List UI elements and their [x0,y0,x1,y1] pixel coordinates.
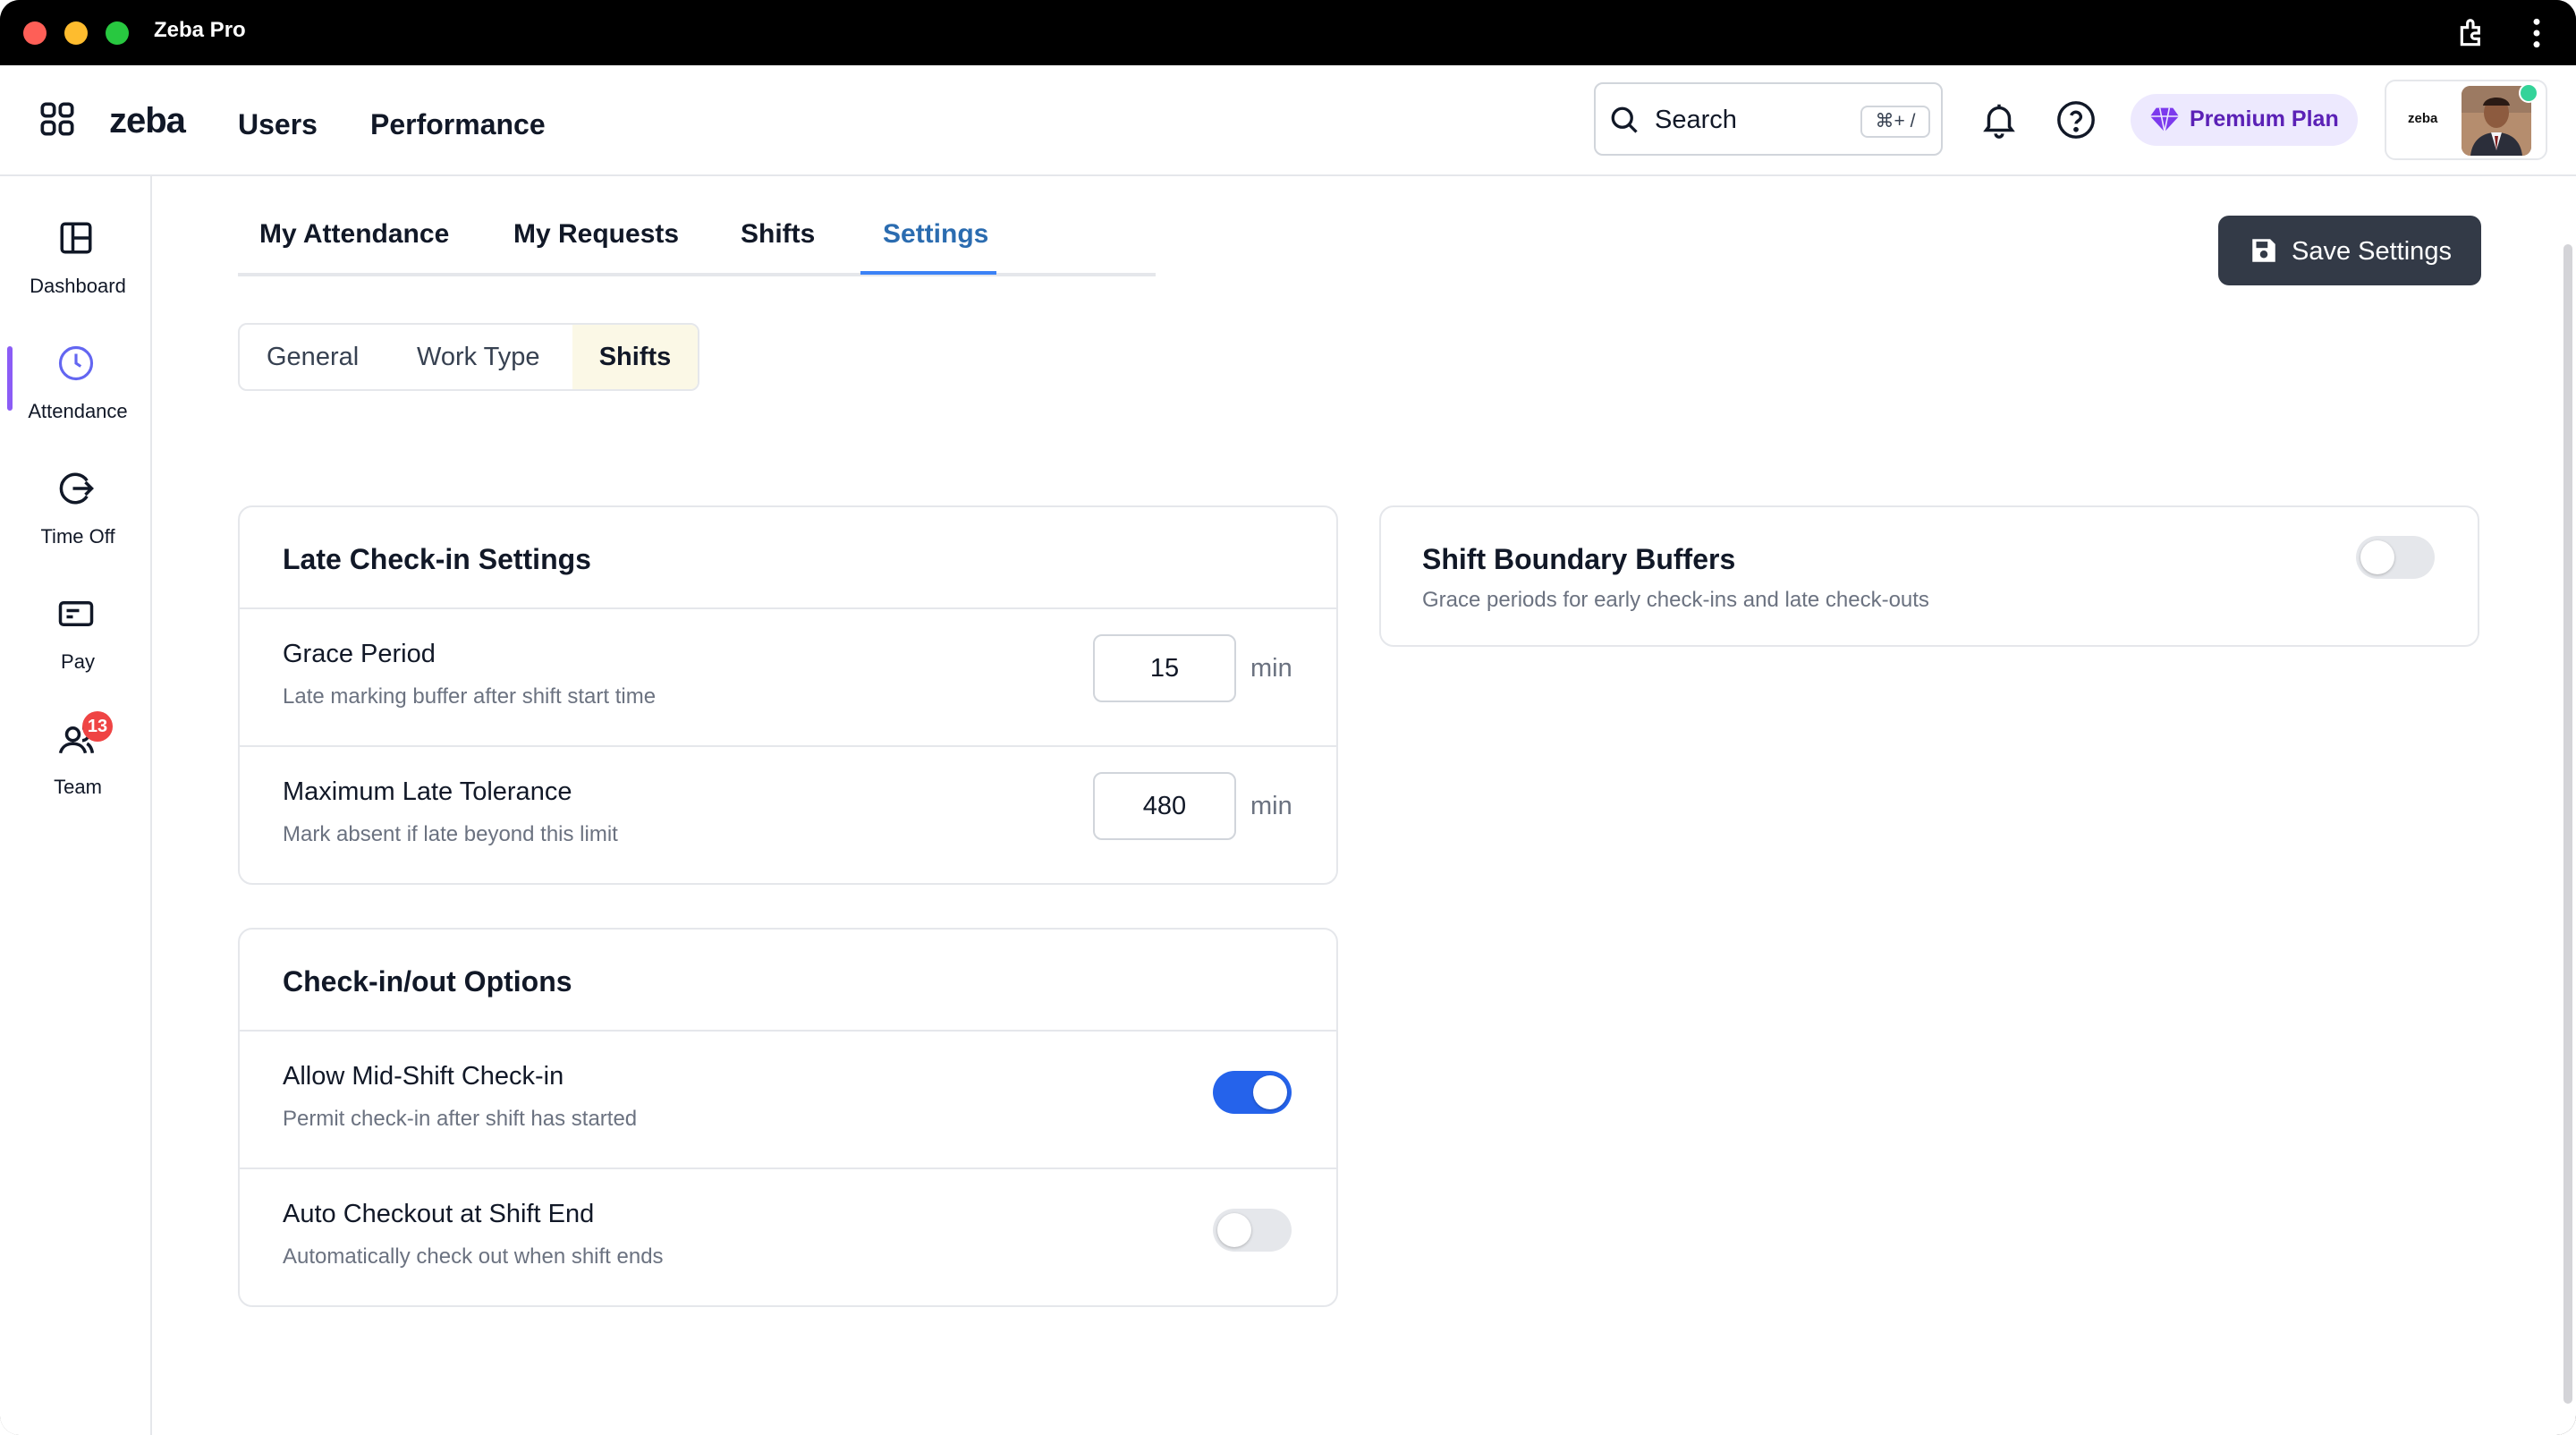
minimize-window-button[interactable] [64,21,88,45]
sidebar-item-label: Dashboard [30,275,126,297]
title-bar: Zeba Pro [0,0,2576,65]
search-input[interactable]: Search ⌘+ / [1594,82,1943,156]
sidebar-item-pay[interactable]: Pay [0,595,150,702]
sidebar-item-label: Team [54,776,102,798]
tab-my-attendance[interactable]: My Attendance [259,219,449,250]
subtab-shifts[interactable]: Shifts [572,325,698,389]
card-divider [240,1030,1336,1032]
max-late-unit: min [1250,792,1292,820]
window-title: Zeba Pro [154,18,246,42]
main-content: My Attendance My Requests Shifts Setting… [152,176,2558,1435]
sidebar-item-team[interactable]: 13 Team [0,711,150,828]
max-late-input[interactable]: 480 [1093,772,1236,840]
extension-icon[interactable] [2456,16,2490,50]
boundary-title: Shift Boundary Buffers [1422,543,1736,575]
diamond-icon [2150,107,2179,132]
late-checkin-card: Late Check-in Settings Grace Period Late… [238,505,1338,885]
auto-checkout-title: Auto Checkout at Shift End [283,1200,595,1228]
app-content: zeba Users Performance Search ⌘+ / Premi… [0,65,2576,1435]
checkinout-card: Check-in/out Options Allow Mid-Shift Che… [238,928,1338,1307]
auto-checkout-subtitle: Automatically check out when shift ends [283,1244,664,1269]
save-icon [2252,239,2275,262]
mid-shift-subtitle: Permit check-in after shift has started [283,1107,638,1131]
search-label: Search [1655,106,1737,134]
toggle-knob [1253,1075,1287,1109]
sidebar-item-label: Pay [61,650,95,673]
max-late-subtitle: Mark absent if late beyond this limit [283,822,618,846]
save-settings-label: Save Settings [2292,237,2452,266]
toggle-knob [2360,540,2394,574]
grace-period-title: Grace Period [283,640,436,668]
boundary-toggle[interactable] [2356,536,2435,579]
card-divider [240,607,1336,609]
tab-my-requests[interactable]: My Requests [513,219,679,250]
checkinout-title: Check-in/out Options [283,965,572,998]
toggle-knob [1217,1213,1251,1247]
late-checkin-title: Late Check-in Settings [283,543,591,575]
online-status-dot [2519,83,2538,103]
subtab-general[interactable]: General [267,325,359,389]
sidebar: Dashboard Attendance Time Off Pay 13 Tea… [0,176,152,1435]
tab-shifts[interactable]: Shifts [741,219,815,250]
apps-grid-icon[interactable] [39,101,75,137]
tabs-divider [238,273,1156,276]
zeba-logo[interactable]: zeba [109,101,186,141]
active-tab-indicator [860,271,996,275]
sidebar-item-attendance[interactable]: Attendance [0,344,150,452]
maximize-window-button[interactable] [106,21,129,45]
settings-subtabs: General Work Type Shifts [238,323,699,391]
dashboard-icon [60,222,92,254]
premium-plan-button[interactable]: Premium Plan [2131,94,2358,146]
clock-icon [58,345,94,381]
grace-period-unit: min [1250,654,1292,683]
time-off-icon [59,472,94,505]
max-late-title: Maximum Late Tolerance [283,777,572,806]
auto-checkout-toggle[interactable] [1213,1209,1292,1252]
mid-shift-title: Allow Mid-Shift Check-in [283,1062,564,1091]
bell-icon[interactable] [1979,99,2020,140]
close-window-button[interactable] [23,21,47,45]
sidebar-item-label: Attendance [28,400,128,422]
sidebar-item-label: Time Off [40,525,115,548]
help-icon[interactable] [2055,99,2097,140]
card-divider [240,1168,1336,1169]
vertical-scrollbar[interactable] [2563,244,2572,1404]
search-shortcut: ⌘+ / [1860,106,1930,138]
nav-performance[interactable]: Performance [370,108,546,141]
nav-users[interactable]: Users [238,108,318,141]
premium-plan-label: Premium Plan [2190,106,2339,132]
app-window: Zeba Pro zeba Users Performance Search ⌘… [0,0,2576,1435]
top-bar: zeba Users Performance Search ⌘+ / Premi… [0,65,2576,176]
boundary-card: Shift Boundary Buffers Grace periods for… [1379,505,2479,647]
mid-shift-toggle[interactable] [1213,1071,1292,1114]
save-settings-button[interactable]: Save Settings [2218,216,2481,285]
boundary-subtitle: Grace periods for early check-ins and la… [1422,588,1929,612]
grace-period-input[interactable]: 15 [1093,634,1236,702]
subtab-work-type[interactable]: Work Type [417,325,540,389]
team-notification-badge: 13 [82,711,113,742]
more-options-icon[interactable] [2528,16,2546,50]
pay-icon [58,601,94,626]
sidebar-item-time-off[interactable]: Time Off [0,470,150,577]
org-logo: zeba [2408,111,2438,126]
search-icon [1611,106,1638,133]
sidebar-item-dashboard[interactable]: Dashboard [0,219,150,327]
grace-period-subtitle: Late marking buffer after shift start ti… [283,684,657,709]
card-divider [240,745,1336,747]
profile-menu[interactable]: zeba [2385,80,2547,160]
tab-settings[interactable]: Settings [883,219,988,250]
